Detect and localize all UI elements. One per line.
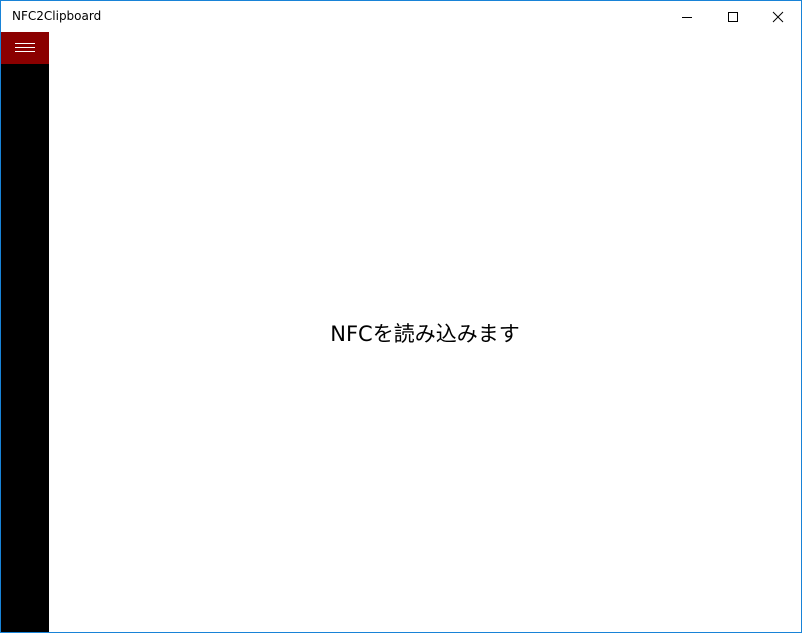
window-title: NFC2Clipboard	[12, 9, 102, 23]
minimize-icon	[682, 17, 692, 18]
app-window: NFC2Clipboard NFCを読み込みます	[0, 0, 802, 633]
main-content: NFCを読み込みます	[49, 32, 801, 632]
hamburger-menu-button[interactable]	[1, 32, 49, 64]
title-bar[interactable]: NFC2Clipboard	[1, 1, 801, 32]
maximize-icon	[728, 12, 738, 22]
close-icon	[772, 11, 784, 23]
status-message: NFCを読み込みます	[330, 322, 520, 346]
close-button[interactable]	[755, 1, 801, 32]
maximize-button[interactable]	[710, 1, 756, 32]
navigation-pane	[1, 32, 49, 632]
minimize-button[interactable]	[664, 1, 710, 32]
